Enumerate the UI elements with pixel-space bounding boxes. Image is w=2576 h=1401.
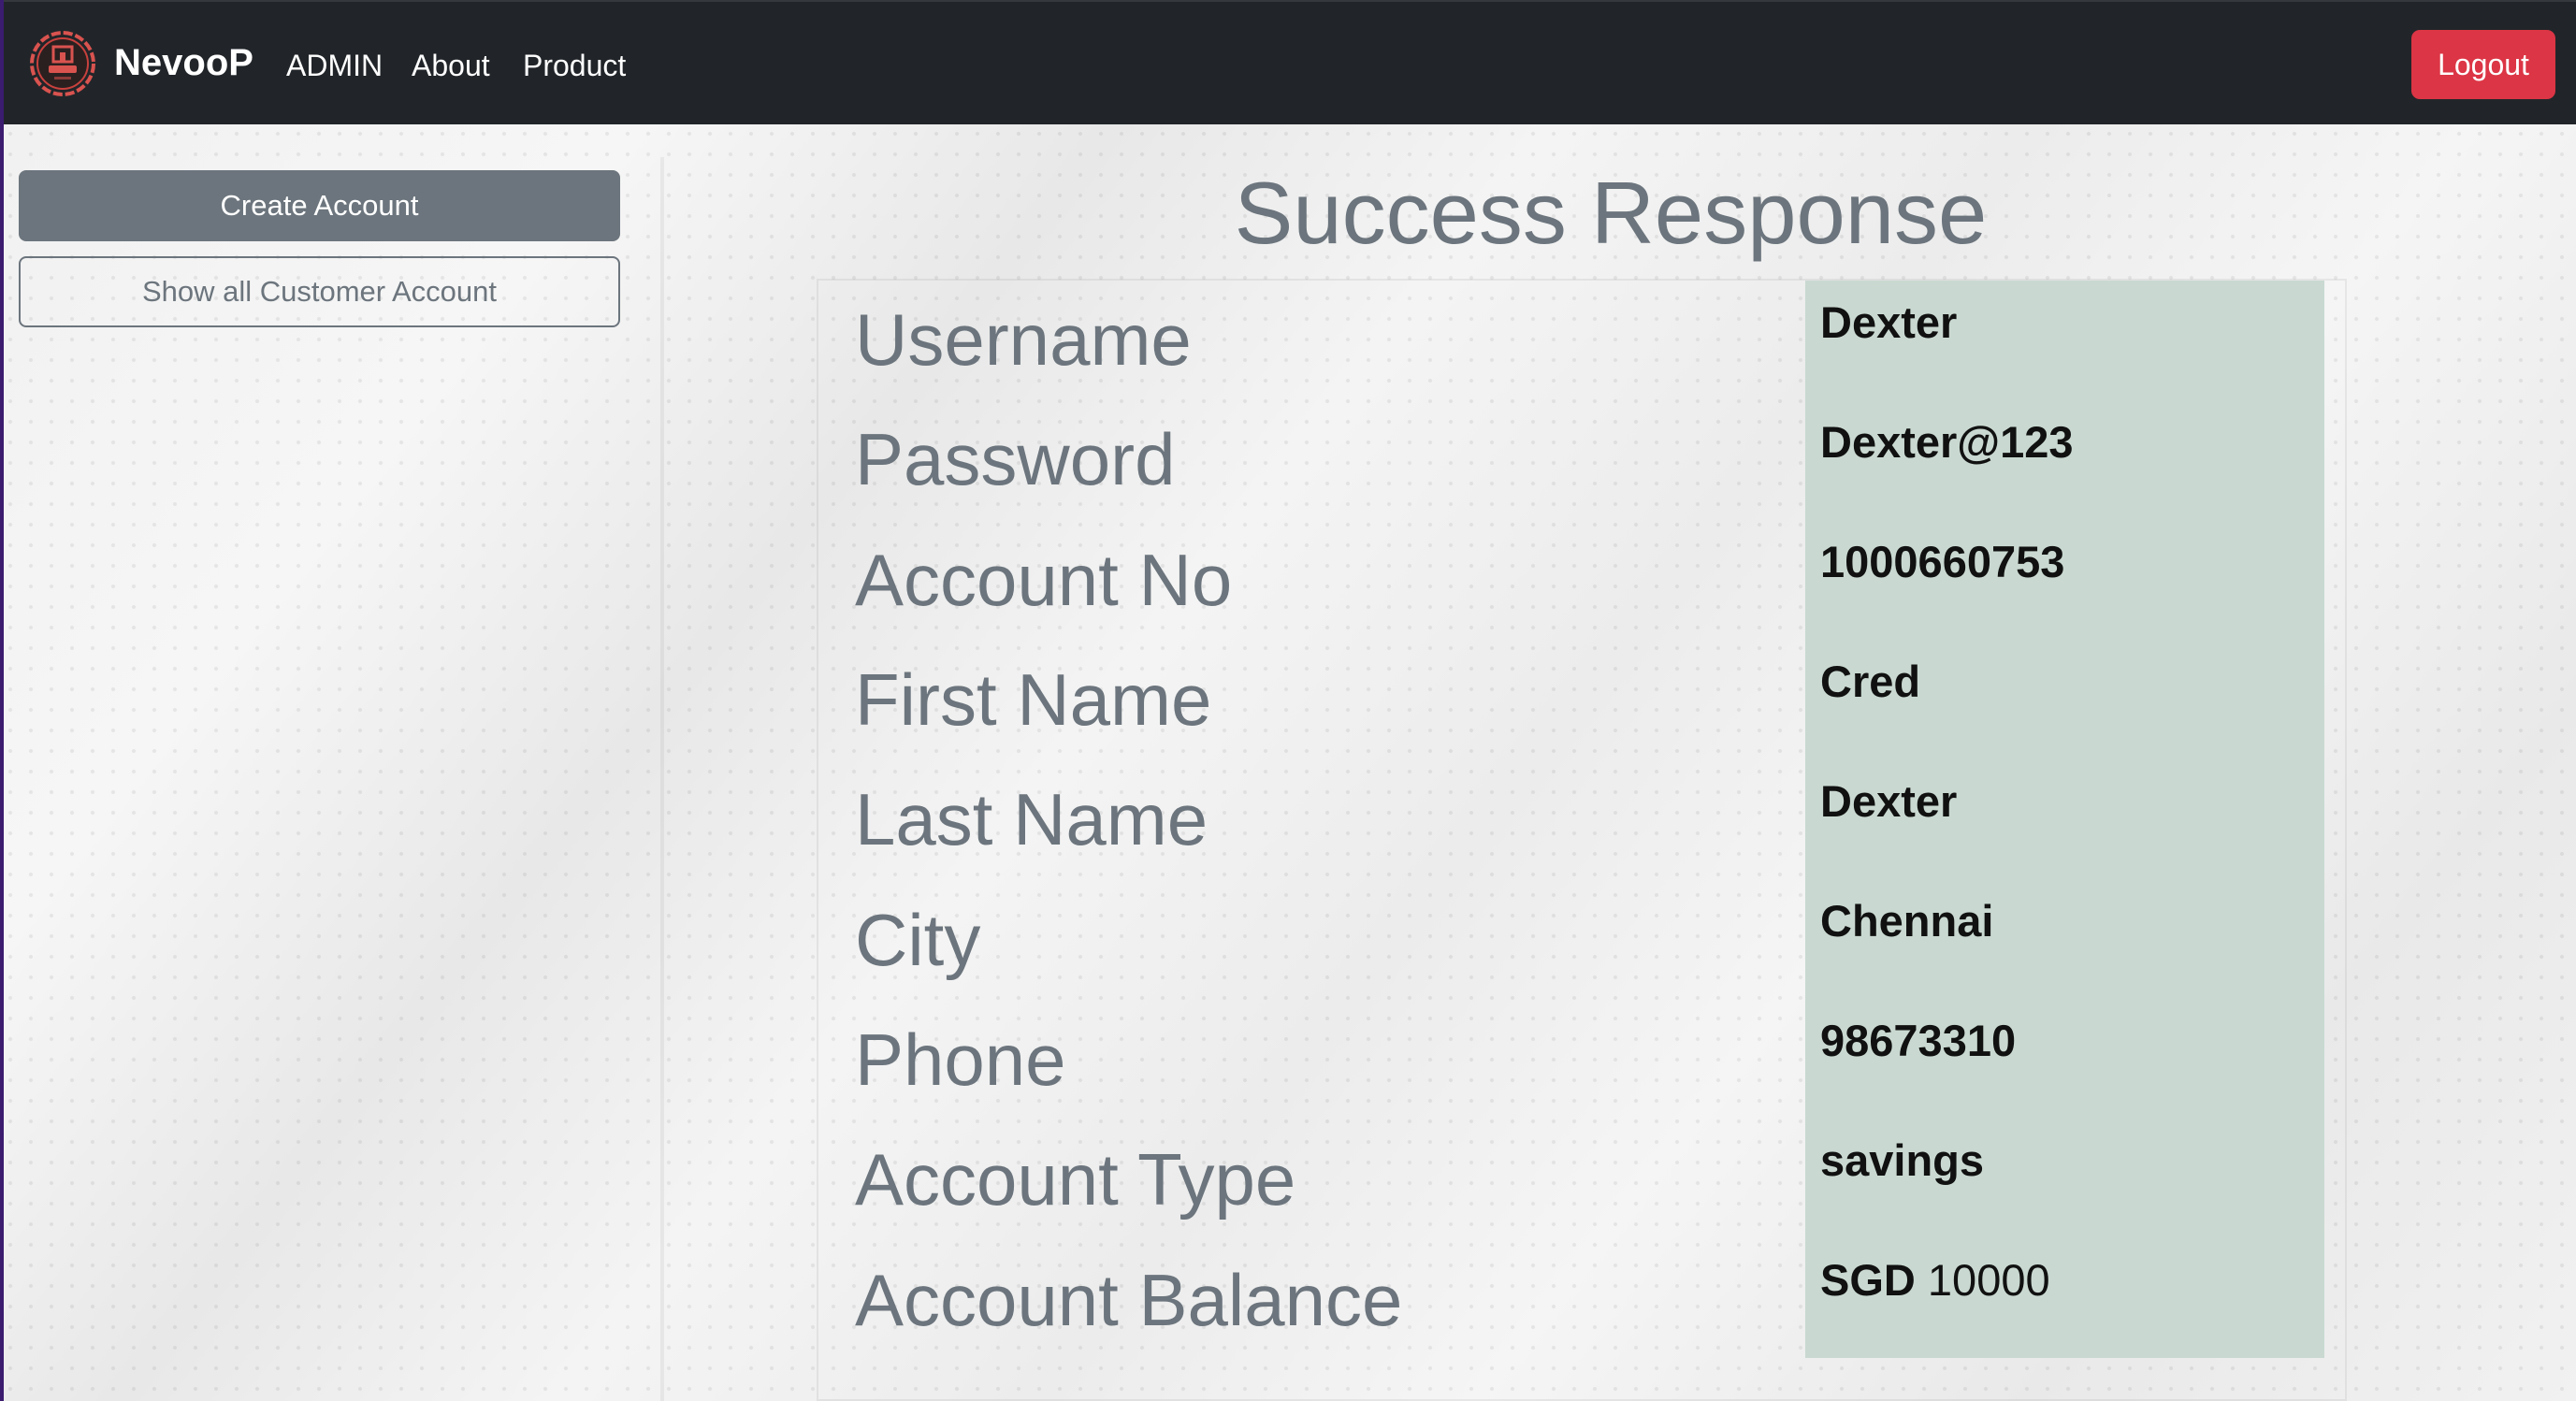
navbar: NevooP ADMIN About Product Logout: [4, 0, 2576, 124]
value-first-name: Cred: [1820, 657, 1921, 706]
value-account-balance: SGD 10000: [1820, 1252, 2050, 1308]
logout-button[interactable]: Logout: [2411, 30, 2555, 99]
window-edge: [0, 0, 4, 1401]
nav-link-about[interactable]: About: [412, 45, 490, 86]
create-account-button[interactable]: Create Account: [19, 170, 620, 241]
value-last-name: Dexter: [1820, 776, 1958, 826]
show-all-customer-account-button[interactable]: Show all Customer Account: [19, 256, 620, 327]
label-username: Username: [855, 298, 1192, 381]
label-password: Password: [855, 418, 1176, 500]
value-city: Chennai: [1820, 896, 1994, 946]
value-password: Dexter@123: [1820, 417, 2074, 467]
balance-amount: 10000: [1927, 1255, 2050, 1305]
sidebar-divider: [660, 157, 664, 1401]
nevoop-logo-icon[interactable]: [26, 30, 99, 97]
brand-name[interactable]: NevooP: [114, 39, 253, 86]
value-phone: 98673310: [1820, 1016, 2017, 1065]
currency-code: SGD: [1820, 1255, 1916, 1305]
label-first-name: First Name: [855, 658, 1212, 741]
label-account-type: Account Type: [855, 1138, 1296, 1220]
label-phone: Phone: [855, 1018, 1066, 1101]
nav-link-product[interactable]: Product: [523, 45, 626, 86]
nav-link-admin[interactable]: ADMIN: [286, 45, 383, 86]
label-last-name: Last Name: [855, 778, 1208, 860]
value-account-type: savings: [1820, 1135, 1985, 1185]
label-account-no: Account No: [855, 539, 1233, 621]
value-username: Dexter: [1820, 297, 1958, 347]
page-title: Success Response: [1234, 164, 1988, 262]
label-city: City: [855, 899, 981, 981]
label-account-balance: Account Balance: [855, 1259, 1403, 1341]
value-account-no: 1000660753: [1820, 537, 2065, 586]
